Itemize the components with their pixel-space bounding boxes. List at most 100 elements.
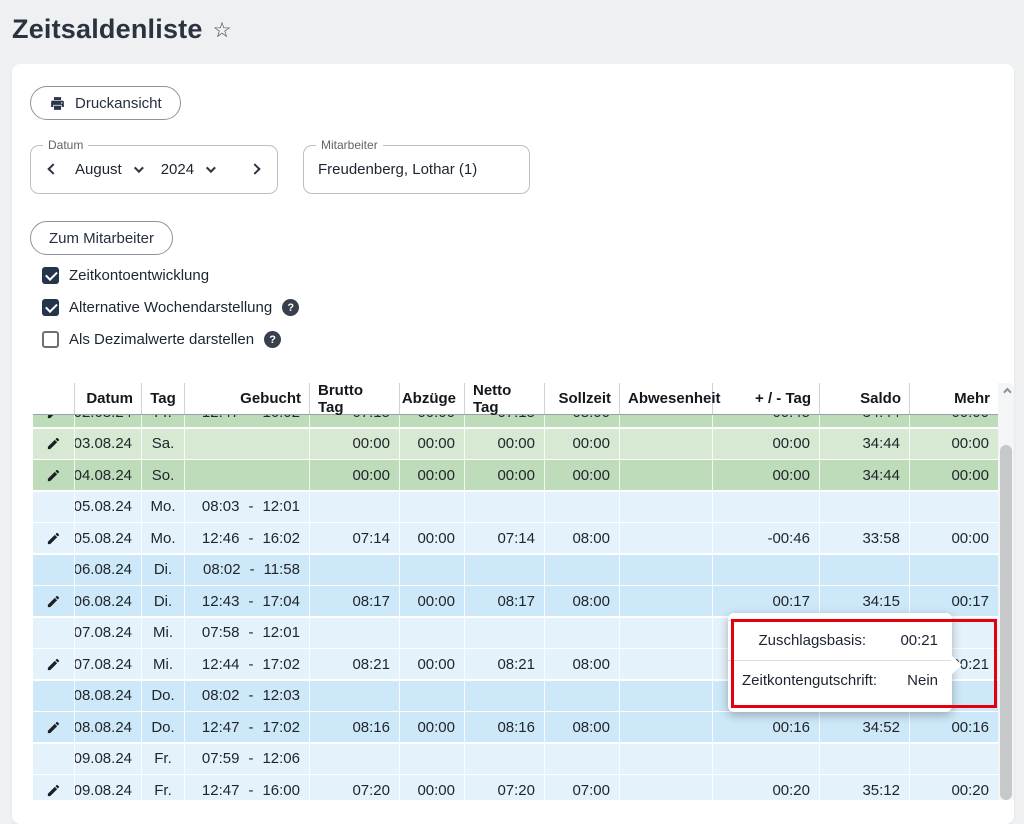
table-row: 09.08.24Fr.12:47-16:0007:2000:0007:2007:…	[33, 775, 998, 800]
cell-date: 08.08.24	[75, 681, 142, 711]
cell-date: 05.08.24	[75, 492, 142, 522]
cell-gebucht: 08:02-11:58	[185, 555, 310, 585]
next-month-button[interactable]	[247, 161, 263, 177]
cell-plusminus: 00:16	[713, 712, 820, 742]
cell-netto: 07:14	[465, 523, 545, 553]
edit-icon[interactable]	[46, 436, 61, 451]
edit-cell	[33, 460, 75, 490]
cell-saldo	[820, 492, 910, 522]
checkbox-zeitkontoentwicklung[interactable]	[42, 267, 59, 284]
checkbox-als-dezimalwerte[interactable]	[42, 331, 59, 348]
cell-day: Di.	[142, 555, 185, 585]
edit-cell	[33, 744, 75, 774]
edit-icon[interactable]	[46, 531, 61, 546]
cell-soll	[545, 555, 620, 585]
cell-abzuege: 00:00	[400, 649, 465, 679]
cell-date: 07.08.24	[75, 618, 142, 648]
print-view-button[interactable]: Druckansicht	[30, 86, 181, 120]
edit-icon[interactable]	[46, 720, 61, 735]
cell-date: 03.08.24	[75, 429, 142, 459]
cell-abwesenheit	[620, 460, 713, 490]
cell-day: So.	[142, 460, 185, 490]
cell-brutto: 00:00	[310, 460, 400, 490]
cell-abzuege: 00:00	[400, 712, 465, 742]
column-header-Tag: Tag	[142, 383, 185, 414]
checkbox-label: Als Dezimalwerte darstellen	[69, 331, 254, 348]
cell-abwesenheit	[620, 712, 713, 742]
column-header-Saldo: Saldo	[820, 383, 910, 414]
cell-gebucht: 12:47-17:02	[185, 712, 310, 742]
cell-gebucht: 07:58-12:01	[185, 618, 310, 648]
cell-brutto: 08:21	[310, 649, 400, 679]
table-row: 03.08.24Sa.00:0000:0000:0000:0000:0034:4…	[33, 429, 998, 459]
cell-gebucht: 08:03-12:01	[185, 492, 310, 522]
edit-cell	[33, 775, 75, 800]
option-zeitkontoentwicklung: Zeitkontoentwicklung	[42, 267, 209, 284]
cell-abzuege	[400, 618, 465, 648]
cell-mehr	[910, 555, 998, 585]
edit-cell	[33, 618, 75, 648]
table-row: 05.08.24Mo.12:46-16:0207:1400:0007:1408:…	[33, 523, 998, 553]
cell-saldo: 33:58	[820, 523, 910, 553]
cell-netto: 08:16	[465, 712, 545, 742]
cell-date: 08.08.24	[75, 712, 142, 742]
cell-gebucht: 12:47-16:00	[185, 775, 310, 800]
cell-soll: 08:00	[545, 523, 620, 553]
tooltip-row: Zuschlagsbasis: 00:21	[728, 620, 952, 660]
cell-brutto	[310, 555, 400, 585]
cell-brutto: 08:17	[310, 586, 400, 616]
cell-soll	[545, 492, 620, 522]
checkbox-alternative-wochendarstellung[interactable]	[42, 299, 59, 316]
cell-mehr: 00:00	[910, 523, 998, 553]
cell-abwesenheit	[620, 775, 713, 800]
date-filter: Datum August 2024	[30, 138, 278, 194]
employee-filter[interactable]: Mitarbeiter Freudenberg, Lothar (1)	[303, 138, 530, 194]
cell-mehr	[910, 492, 998, 522]
help-icon[interactable]: ?	[264, 331, 281, 348]
edit-cell	[33, 429, 75, 459]
to-employee-button[interactable]: Zum Mitarbeiter	[30, 221, 173, 255]
cell-abzuege: 00:00	[400, 586, 465, 616]
favorite-star-icon[interactable]: ☆	[213, 18, 232, 43]
edit-icon[interactable]	[46, 468, 61, 483]
edit-icon[interactable]	[46, 657, 61, 672]
cell-saldo: 34:15	[820, 586, 910, 616]
column-header-Mehr: Mehr	[910, 383, 998, 414]
scrollbar-thumb[interactable]	[1000, 445, 1012, 800]
cell-date: 09.08.24	[75, 744, 142, 774]
table-scrollbar[interactable]	[998, 383, 1014, 800]
time-balance-table: 02.08.24Fr.12:47-16:0207:1500:0007:1508:…	[33, 383, 1014, 800]
month-value: August	[75, 161, 122, 178]
help-icon[interactable]: ?	[282, 299, 299, 316]
cell-saldo	[820, 555, 910, 585]
tooltip-arrow	[951, 655, 962, 675]
edit-icon[interactable]	[46, 783, 61, 798]
month-select[interactable]: August	[75, 161, 141, 178]
cell-brutto: 08:16	[310, 712, 400, 742]
cell-day: Do.	[142, 712, 185, 742]
cell-brutto	[310, 744, 400, 774]
cell-day: Do.	[142, 681, 185, 711]
edit-cell	[33, 492, 75, 522]
cell-day: Sa.	[142, 429, 185, 459]
column-header-Sollzeit: Sollzeit	[545, 383, 620, 414]
cell-saldo: 34:44	[820, 460, 910, 490]
cell-abzuege: 00:00	[400, 523, 465, 553]
cell-mehr: 00:00	[910, 429, 998, 459]
edit-icon[interactable]	[46, 594, 61, 609]
cell-gebucht	[185, 429, 310, 459]
cell-soll: 07:00	[545, 775, 620, 800]
previous-month-button[interactable]	[45, 161, 61, 177]
cell-netto: 07:20	[465, 775, 545, 800]
year-select[interactable]: 2024	[161, 161, 213, 178]
cell-mehr: 00:00	[910, 460, 998, 490]
tooltip-label: Zuschlagsbasis:	[758, 632, 866, 649]
chevron-down-icon	[134, 163, 144, 173]
cell-gebucht: 12:43-17:04	[185, 586, 310, 616]
column-header-Netto Tag: Netto Tag	[465, 383, 545, 414]
cell-soll	[545, 618, 620, 648]
scroll-up-button[interactable]	[998, 383, 1014, 401]
table-row: 05.08.24Mo.08:03-12:01	[33, 492, 998, 522]
cell-day: Mo.	[142, 523, 185, 553]
column-header-Abwesenheit: Abwesenheit	[620, 383, 713, 414]
